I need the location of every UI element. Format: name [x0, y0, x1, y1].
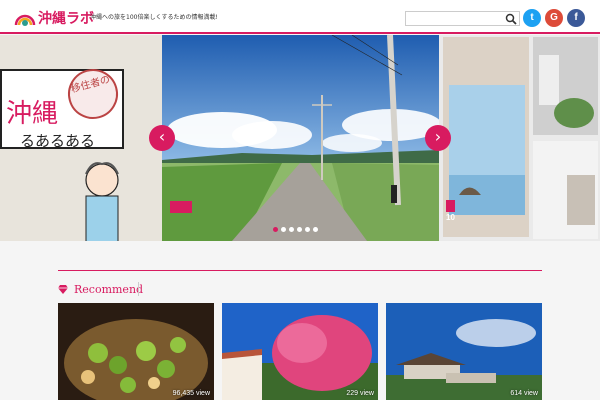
slider-next-button[interactable]: ›: [425, 125, 451, 151]
logo-icon[interactable]: [14, 7, 36, 27]
recommend-title: Recommend: [74, 283, 144, 296]
slider-dot-5[interactable]: [305, 227, 310, 232]
slider-dot-2[interactable]: [281, 227, 286, 232]
view-count: 96,435 view: [172, 390, 210, 397]
sign-text-1: 沖縄: [6, 99, 59, 129]
next-slide-count: 10: [446, 213, 455, 222]
slide-prev-preview[interactable]: 沖縄 るあるある 移住者の: [0, 35, 162, 241]
search-icon[interactable]: [505, 13, 517, 25]
view-count: 229 view: [346, 390, 374, 397]
hero-slider: 沖縄 るあるある 移住者の ‹ › 10: [0, 35, 600, 241]
illustration-person: [85, 162, 119, 241]
twitter-button[interactable]: t: [523, 9, 541, 27]
site-tagline: 沖縄への旅を100倍楽しくするための情報満載!: [90, 14, 218, 21]
search-box: [405, 11, 520, 31]
slider-dot-3[interactable]: [289, 227, 294, 232]
view-count: 614 view: [510, 390, 538, 397]
googleplus-button[interactable]: G: [545, 9, 563, 27]
facebook-button[interactable]: f: [567, 9, 585, 27]
slider-prev-button[interactable]: ‹: [149, 125, 175, 151]
card-image-gazebo: [386, 303, 542, 400]
slide-next-preview[interactable]: [439, 35, 600, 241]
search-input[interactable]: [406, 18, 504, 31]
site-header: 沖縄ラボ 沖縄への旅を100倍楽しくするための情報満載! t G f: [0, 0, 600, 34]
recommend-card[interactable]: 229 view: [222, 303, 378, 400]
slide-current-image[interactable]: [162, 35, 439, 241]
site-name[interactable]: 沖縄ラボ: [38, 8, 94, 28]
section-divider: [58, 270, 542, 271]
slider-dot-1[interactable]: [273, 227, 278, 232]
slider-dot-6[interactable]: [313, 227, 318, 232]
next-slide-category-tag: [446, 200, 455, 212]
slider-dots: [273, 227, 318, 232]
recommend-card[interactable]: 614 view: [386, 303, 542, 400]
title-separator: [138, 282, 139, 296]
recommend-card[interactable]: 96,435 view: [58, 303, 214, 400]
card-image-food: [58, 303, 214, 400]
sign-text-2: るあるある: [20, 132, 96, 150]
diamond-icon: [58, 285, 68, 294]
slide-category-tag: [170, 201, 192, 213]
card-image-flowers: [222, 303, 378, 400]
slider-dot-4[interactable]: [297, 227, 302, 232]
